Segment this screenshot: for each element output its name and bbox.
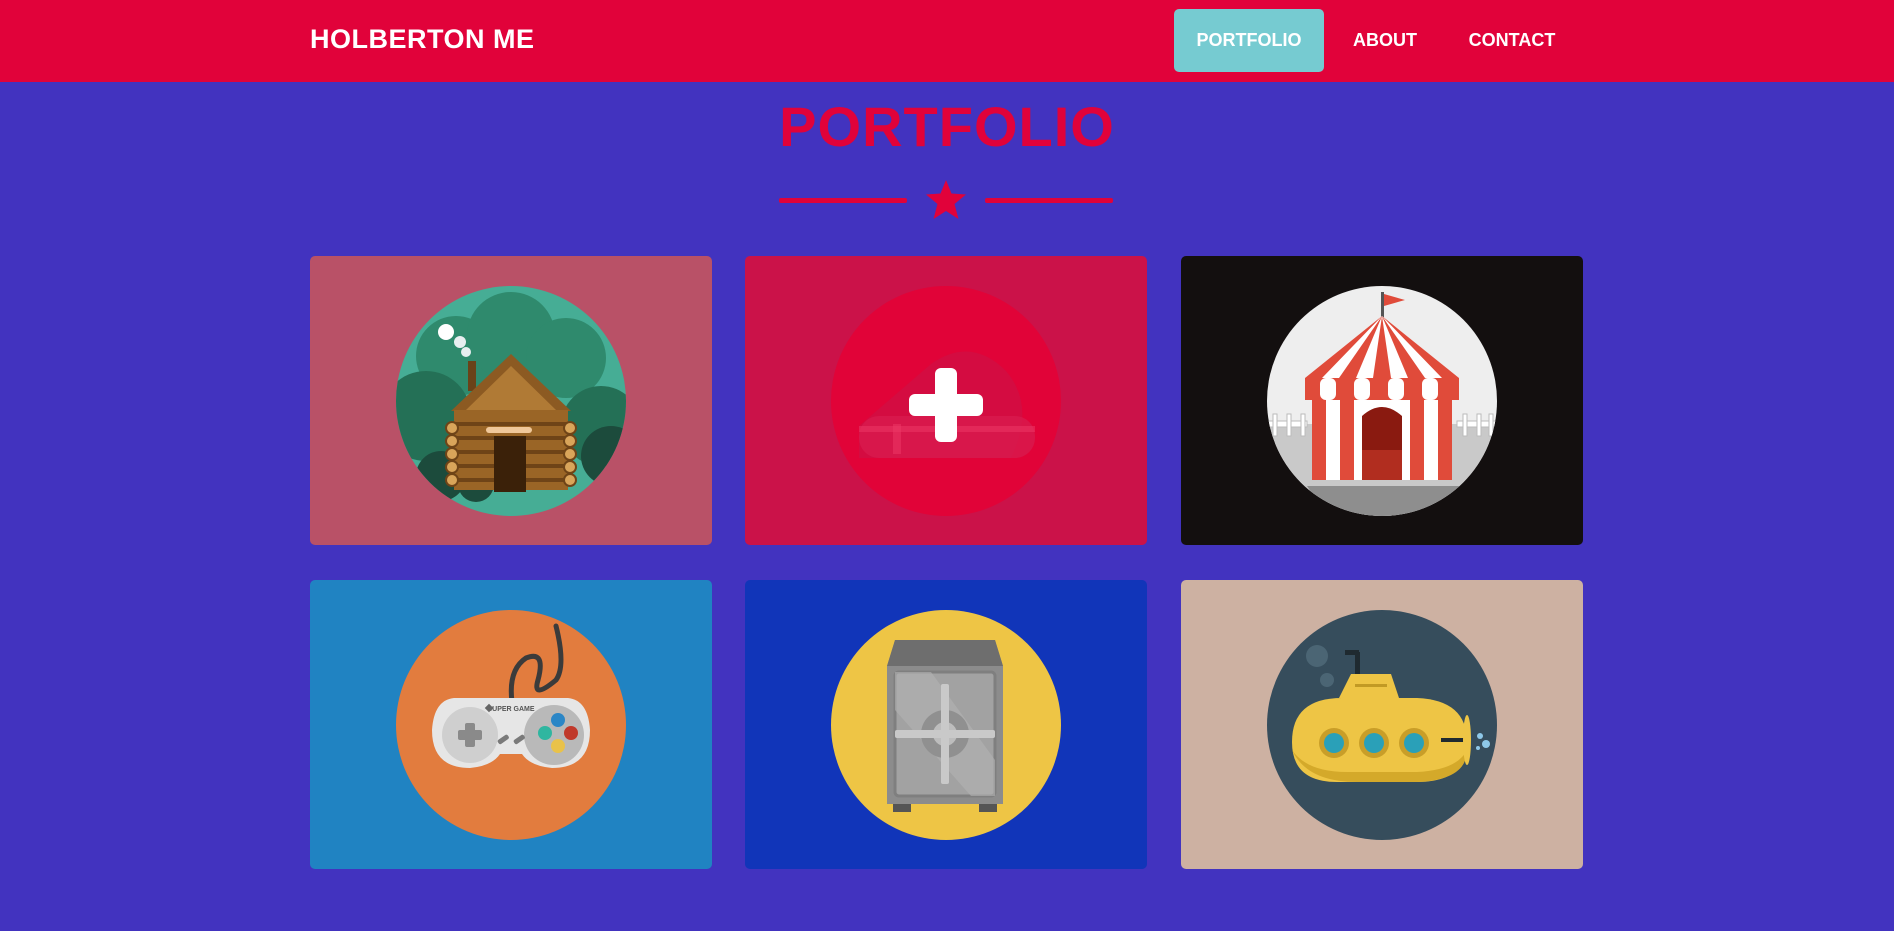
portfolio-item-circus[interactable] (1181, 256, 1583, 545)
game-controller-icon: SUPER GAME (396, 609, 626, 840)
safe-icon (831, 609, 1061, 840)
navbar: HOLBERTON ME PORTFOLIO ABOUT CONTACT (0, 0, 1894, 82)
star-icon (926, 180, 966, 219)
divider-line-right (985, 198, 1113, 203)
circus-tent-icon (1267, 285, 1497, 516)
portfolio-item-submarine[interactable] (1181, 580, 1583, 869)
nav-contact-link[interactable]: CONTACT (1452, 9, 1572, 72)
divider-line-left (779, 198, 907, 203)
cabin-icon (396, 285, 626, 516)
portfolio-item-safe[interactable] (745, 580, 1147, 869)
submarine-icon (1267, 609, 1497, 840)
nav-about-link[interactable]: ABOUT (1336, 9, 1434, 72)
nav-portfolio-link[interactable]: PORTFOLIO (1174, 9, 1324, 72)
controller-brand-text: SUPER GAME (487, 706, 534, 713)
portfolio-item-controller[interactable]: SUPER GAME (310, 580, 712, 869)
portfolio-item-cabin[interactable] (310, 256, 712, 545)
cake-icon (831, 285, 1061, 516)
brand-logo[interactable]: HOLBERTON ME (310, 24, 535, 55)
section-title: PORTFOLIO (779, 95, 1115, 158)
portfolio-item-cake[interactable] (745, 256, 1147, 545)
